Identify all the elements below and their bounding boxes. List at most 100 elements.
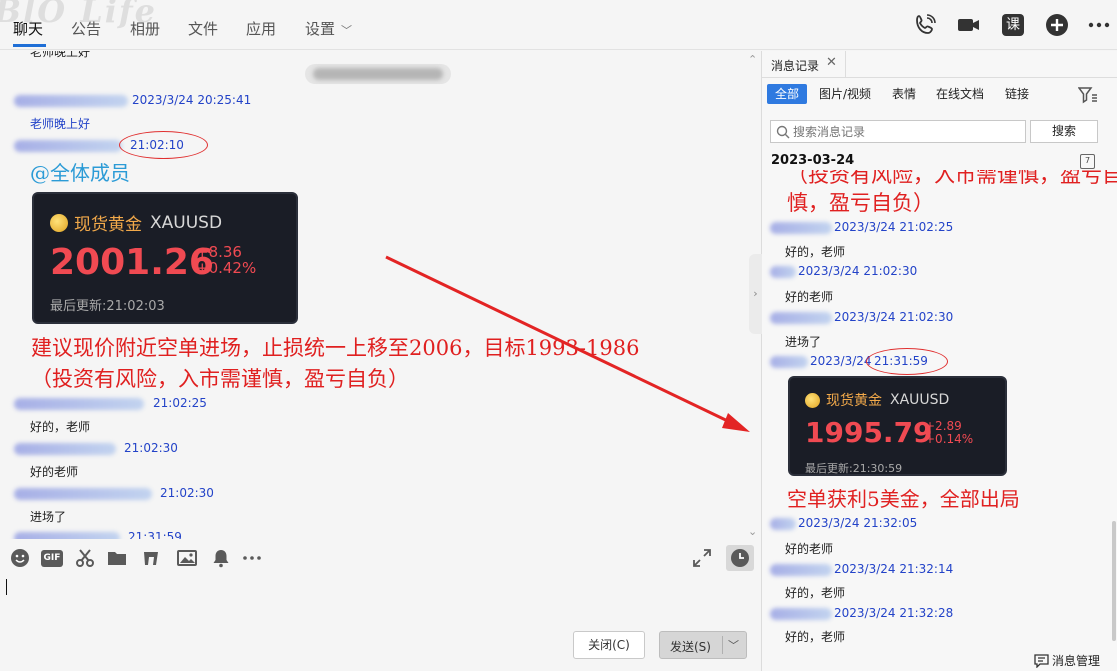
history-tab-label: 消息记录 [771, 59, 820, 73]
send-divider [722, 636, 723, 654]
quote-change-percent: +0.14% [925, 431, 974, 446]
expand-icon[interactable] [692, 548, 712, 568]
top-bar: BlO Life 聊天 公告 相册 文件 应用 设置 ﹀ 课 [0, 0, 1117, 50]
quote-name: 现货黄金 [74, 215, 142, 235]
tab-settings[interactable]: 设置 ﹀ [305, 18, 352, 39]
phone-call-icon[interactable] [913, 13, 937, 37]
gold-coin-icon [50, 213, 68, 232]
chevron-down-icon[interactable]: ﹀ [728, 637, 739, 653]
filter-all[interactable]: 全部 [767, 84, 808, 104]
message-timestamp: 21:02:25 [153, 396, 207, 410]
message-text[interactable]: 进场了 [785, 333, 821, 350]
quote-header: 现货黄金 XAUUSD [50, 210, 222, 235]
search-box[interactable] [770, 120, 1026, 143]
bell-icon[interactable] [211, 548, 231, 568]
music-icon[interactable] [141, 548, 161, 568]
quote-symbol: XAUUSD [150, 212, 223, 233]
blurred-sender-name [14, 443, 116, 455]
filter-stickers[interactable]: 表情 [892, 84, 916, 104]
blurred-sender-name [14, 488, 152, 500]
more-tools-icon[interactable] [242, 548, 262, 568]
message-timestamp: 2023/3/24 21:02:30 [834, 310, 954, 324]
risk-disclaimer-text: （投资有风险，入市需谨慎，盈亏自负） [31, 367, 409, 391]
close-icon[interactable]: ✕ [826, 55, 837, 70]
message-text[interactable]: 好的，老师 [785, 584, 845, 601]
blurred-sender-name [770, 266, 796, 278]
tab-message-history[interactable]: 消息记录 ✕ [762, 51, 846, 77]
search-icon [776, 125, 790, 139]
filter-media[interactable]: 图片/视频 [819, 84, 871, 104]
message-management-button[interactable]: 消息管理 [1034, 652, 1100, 669]
tab-announcement[interactable]: 公告 [71, 18, 101, 39]
blurred-sender-name [770, 518, 796, 530]
message-timestamp: 2023/3/24 21:32:28 [834, 606, 954, 620]
image-icon[interactable] [177, 548, 197, 568]
collapse-panel-handle[interactable]: › [749, 254, 762, 334]
blurred-sender-name [14, 95, 128, 107]
message-timestamp: 2023/3/24 21:32:14 [834, 562, 954, 576]
send-button-label: 发送(S) [670, 640, 711, 654]
close-button[interactable]: 关闭(C) [573, 631, 645, 659]
message-timestamp: 2023/3/24 21:02:30 [798, 264, 918, 278]
tab-apps[interactable]: 应用 [246, 18, 276, 39]
quote-header: 现货黄金 XAUUSD [805, 390, 949, 410]
add-circle-icon[interactable] [1045, 13, 1069, 37]
blurred-sender-name [14, 140, 122, 152]
system-notice [305, 64, 451, 84]
composer-toolbar: GIF [0, 540, 761, 576]
message-input[interactable] [0, 576, 761, 671]
message-text[interactable]: 好的，老师 [30, 418, 90, 435]
scroll-up-icon[interactable]: ⌃ [748, 53, 757, 66]
filter-icon[interactable] [1078, 86, 1098, 104]
message-timestamp: 21:02:30 [160, 486, 214, 500]
clock-icon [731, 549, 749, 567]
tab-album[interactable]: 相册 [130, 18, 160, 39]
quote-name: 现货黄金 [826, 393, 882, 409]
blurred-notice-text [313, 68, 443, 80]
red-circle-annotation [119, 131, 208, 159]
chat-bubble-icon [1034, 654, 1049, 669]
message-timestamp: 2023/3/24 21:02:25 [834, 220, 954, 234]
video-call-icon[interactable] [957, 13, 981, 37]
message-text[interactable]: 好的，老师 [785, 628, 845, 645]
search-button[interactable]: 搜索 [1030, 120, 1098, 143]
message-timestamp: 21:02:30 [124, 441, 178, 455]
quote-updated-time: 最后更新:21:02:03 [50, 299, 165, 314]
gold-quote-card[interactable]: 现货黄金 XAUUSD 1995.79 +2.89 +0.14% 最后更新:21… [788, 376, 1007, 476]
filter-docs[interactable]: 在线文档 [936, 84, 984, 104]
class-icon[interactable]: 课 [1002, 14, 1024, 36]
history-button[interactable] [726, 545, 754, 571]
blurred-sender-name [14, 398, 144, 410]
mention-all-text[interactable]: @全体成员 [30, 157, 130, 186]
message-text[interactable]: 进场了 [30, 508, 66, 525]
quote-change: +2.89 +0.14% [925, 420, 973, 445]
message-text[interactable]: 好的老师 [785, 288, 833, 305]
chat-message-area[interactable]: 老师晚上好 ⌃ 2023/3/24 20:25:41 老师晚上好 21:02:1… [0, 51, 761, 539]
tab-files[interactable]: 文件 [188, 18, 218, 39]
panel-scrollbar[interactable] [1112, 521, 1116, 641]
group-chat-window: BlO Life 聊天 公告 相册 文件 应用 设置﹀ 课 老师晚上好 ⌃ 2 [0, 0, 1117, 671]
filter-links[interactable]: 链接 [1005, 84, 1029, 104]
emoji-icon[interactable] [10, 548, 30, 568]
scroll-down-icon[interactable]: ⌄ [748, 525, 757, 538]
send-button[interactable]: 发送(S) ﹀ [659, 631, 747, 659]
quote-updated-time: 最后更新:21:30:59 [805, 462, 903, 475]
tab-chat[interactable]: 聊天 [13, 18, 43, 39]
chevron-down-icon: ﹀ [341, 24, 353, 37]
more-icon[interactable] [1087, 13, 1111, 37]
disclaimer-text: 慎，盈亏自负） [787, 191, 934, 215]
calendar-icon[interactable]: 7 [1080, 154, 1095, 169]
message-text[interactable]: 好的老师 [785, 540, 833, 557]
message-history-panel: 消息记录 ✕ 全部 图片/视频 表情 在线文档 链接 搜索 2023-03-24… [762, 51, 1117, 671]
message-text[interactable]: 老师晚上好 [30, 115, 90, 132]
gold-quote-card[interactable]: 现货黄金 XAUUSD 2001.26 +8.36 +0.42% 最后更新:21… [32, 192, 298, 324]
gif-icon[interactable]: GIF [41, 550, 63, 567]
quote-change: +8.36 +0.42% [196, 244, 256, 277]
scissors-icon[interactable] [75, 548, 95, 568]
red-circle-annotation [866, 348, 948, 375]
message-text[interactable]: 好的老师 [30, 463, 78, 480]
message-text[interactable]: 好的，老师 [785, 243, 845, 260]
search-input[interactable] [793, 124, 1018, 140]
message-timestamp-date: 2023/3/24 [810, 354, 872, 368]
folder-icon[interactable] [107, 548, 127, 568]
